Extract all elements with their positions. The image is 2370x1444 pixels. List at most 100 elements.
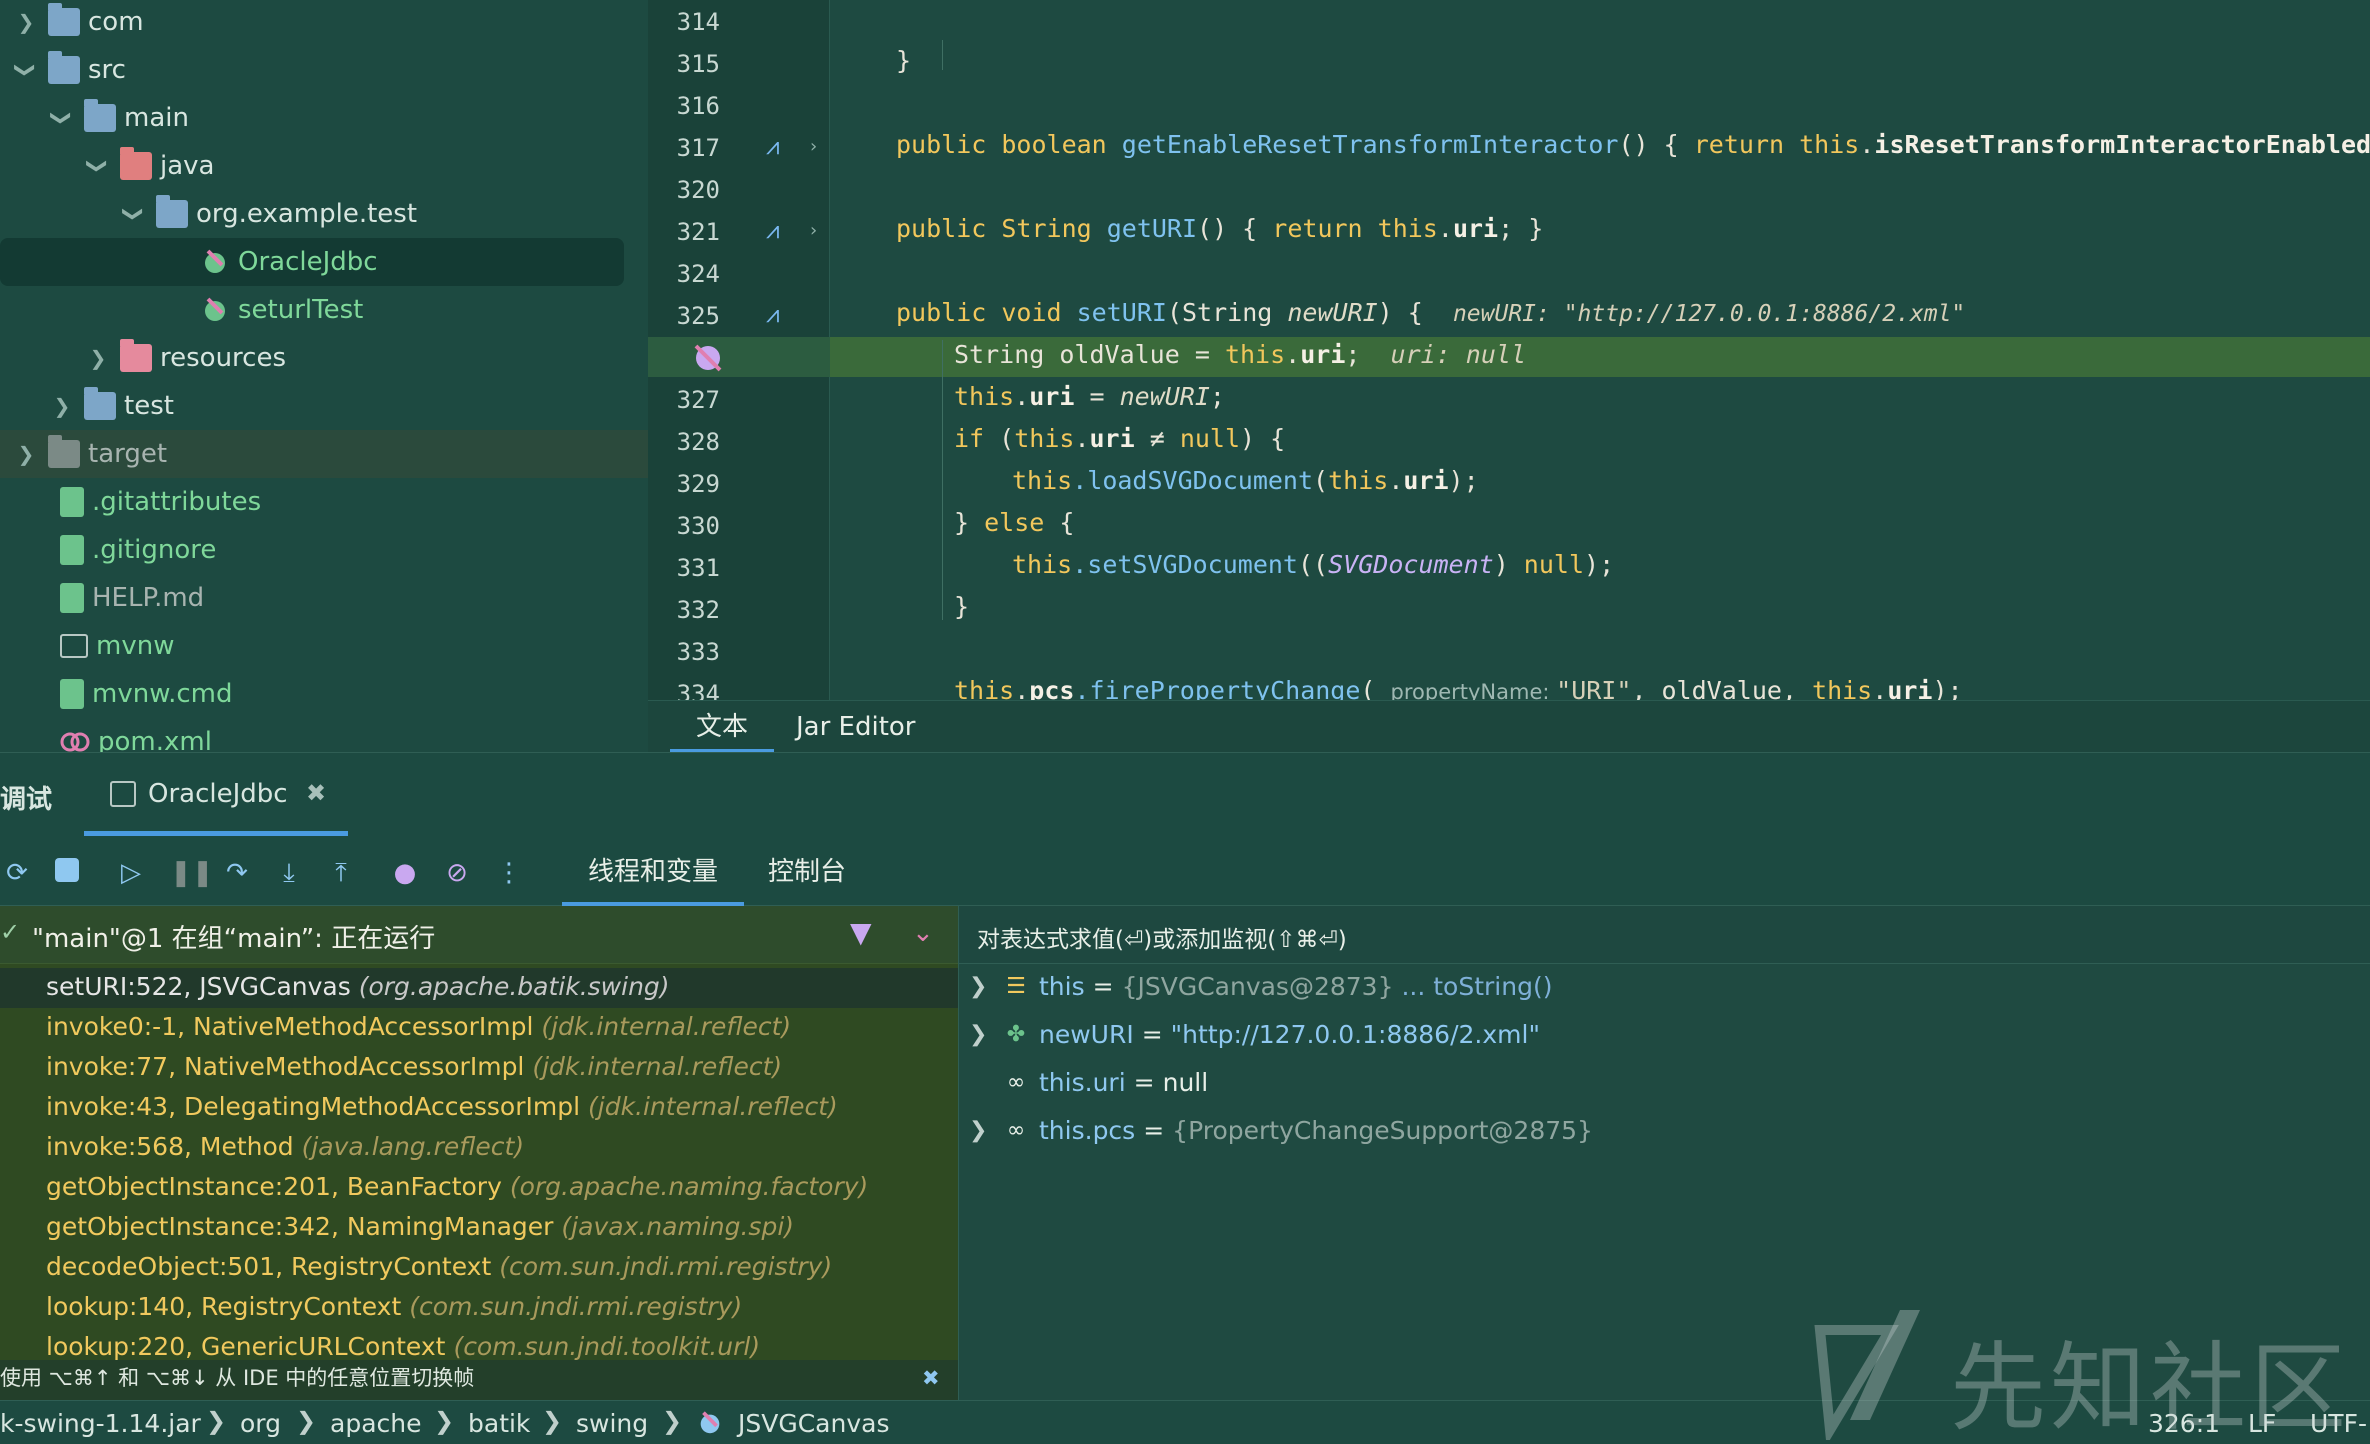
gitignore-file-icon	[60, 535, 84, 565]
indent-guide	[942, 340, 943, 620]
chevron-right-icon[interactable]: ❯	[12, 8, 40, 36]
variable-row-this-uri[interactable]: ∞ this.uri = null	[999, 1068, 1208, 1097]
close-icon[interactable]: ✖	[306, 779, 326, 807]
debug-session-tab[interactable]: OracleJdbc	[148, 779, 288, 809]
breadcrumb-item[interactable]: apache	[330, 1409, 421, 1438]
stack-frame[interactable]: invoke0:-1, NativeMethodAccessorImpl (jd…	[46, 1012, 791, 1041]
breadcrumb-item[interactable]: org	[240, 1409, 281, 1438]
run-config-icon	[110, 781, 136, 807]
override-marker-icon[interactable]: ⩘	[766, 216, 780, 244]
stack-frame[interactable]: invoke:43, DelegatingMethodAccessorImpl …	[46, 1092, 838, 1121]
resume-icon[interactable]: ▷	[116, 858, 146, 888]
variable-row-this[interactable]: ❯ ☰ this = {JSVGCanvas@2873} ... toString(…	[969, 972, 1552, 1001]
java-class-icon	[696, 1409, 726, 1439]
tree-item-mvnw[interactable]: mvnw	[0, 622, 648, 670]
mute-breakpoints-icon[interactable]: ⊘	[442, 858, 472, 888]
chevron-right-icon[interactable]: ❯	[48, 392, 76, 420]
step-out-icon[interactable]: ⤒	[326, 858, 356, 888]
watermark-text: 先知社区	[1950, 1332, 2350, 1444]
evaluate-expression-field[interactable]: 对表达式求值(⏎)或添加监视(⇧⌘⏎)	[959, 906, 2370, 964]
tree-item-target[interactable]: ❯ target	[0, 430, 648, 478]
debug-toolbar: ⟳ ▷ ❚❚ ↷ ⤓ ⤒ ● ⊘ ⋮ 线程和变量 控制台	[0, 836, 2370, 906]
chevron-right-icon: ❯	[434, 1407, 455, 1435]
editor-view-tabs: 文本 Jar Editor	[648, 700, 2370, 753]
tree-item-gitignore[interactable]: .gitignore	[0, 526, 648, 574]
tree-item-java[interactable]: ❯ java	[0, 142, 648, 190]
chevron-right-icon[interactable]: ❯	[969, 974, 999, 999]
thread-selector[interactable]: ✓ "main"@1 在组“main”: 正在运行 ▼ ⌄	[0, 906, 958, 964]
stack-frame[interactable]: getObjectInstance:342, NamingManager (ja…	[46, 1212, 794, 1241]
breadcrumb-item[interactable]: JSVGCanvas	[738, 1409, 889, 1438]
chevron-down-icon[interactable]: ❯	[48, 104, 76, 132]
tree-item-main[interactable]: ❯ main	[0, 94, 648, 142]
tree-item-pom-xml[interactable]: pom.xml	[0, 718, 648, 752]
tree-item-help-md[interactable]: HELP.md	[0, 574, 648, 622]
java-class-icon	[200, 295, 230, 325]
chevron-down-icon[interactable]: ❯	[120, 200, 148, 228]
stack-frame[interactable]: invoke:77, NativeMethodAccessorImpl (jdk…	[46, 1052, 782, 1081]
current-line-gutter	[648, 337, 830, 377]
line-number: 317	[676, 134, 720, 162]
breadcrumb-item[interactable]: k-swing-1.14.jar	[0, 1409, 201, 1438]
tab-text[interactable]: 文本	[670, 707, 775, 753]
chevron-down-icon[interactable]: ❯	[12, 56, 40, 84]
code-line: this.pcs.firePropertyChange( propertyNam…	[954, 676, 1963, 700]
line-number: 333	[676, 638, 720, 666]
line-number: 334	[676, 680, 720, 700]
override-marker-icon[interactable]: ⩘	[766, 132, 780, 160]
evaluate-placeholder: 对表达式求值(⏎)或添加监视(⇧⌘⏎)	[977, 927, 1347, 953]
stop-icon[interactable]	[52, 858, 82, 888]
chevron-right-icon[interactable]: ❯	[12, 440, 40, 468]
line-number: 331	[676, 554, 720, 582]
line-number: 327	[676, 386, 720, 414]
tree-item-mvnw-cmd[interactable]: mvnw.cmd	[0, 670, 648, 718]
tab-console[interactable]: 控制台	[742, 850, 872, 906]
chevron-right-icon[interactable]: ›	[810, 136, 817, 157]
pause-icon[interactable]: ❚❚	[170, 858, 214, 888]
view-breakpoints-icon[interactable]: ●	[390, 858, 420, 888]
markdown-file-icon	[60, 583, 84, 613]
more-options-icon[interactable]: ⋮	[494, 858, 524, 888]
override-marker-icon[interactable]: ⩘	[766, 300, 780, 328]
stack-frame[interactable]: setURI:522, JSVGCanvas (org.apache.batik…	[46, 972, 670, 1001]
watermark-logo-icon	[1814, 1310, 1920, 1440]
tab-threads-variables[interactable]: 线程和变量	[562, 850, 745, 906]
chevron-down-icon[interactable]: ❯	[84, 152, 112, 180]
breadcrumb-item[interactable]: swing	[576, 1409, 648, 1438]
tree-item-oraclejdbc[interactable]: OracleJdbc	[0, 238, 624, 286]
chevron-right-icon[interactable]: ❯	[969, 1118, 999, 1143]
frames-panel: ✓ "main"@1 在组“main”: 正在运行 ▼ ⌄ setURI:522…	[0, 906, 958, 1400]
chevron-right-icon[interactable]: ❯	[84, 344, 112, 372]
tree-item-src[interactable]: ❯ src	[0, 46, 648, 94]
step-over-icon[interactable]: ↷	[222, 858, 252, 888]
chevron-right-icon: ❯	[206, 1407, 227, 1435]
parameter-icon: ✤	[1006, 1022, 1026, 1047]
tree-item-package[interactable]: ❯ org.example.test	[0, 190, 648, 238]
execution-point-icon[interactable]	[690, 340, 726, 374]
stack-frame[interactable]: invoke:568, Method (java.lang.reflect)	[46, 1132, 524, 1161]
tree-item-resources[interactable]: ❯ resources	[0, 334, 648, 382]
tree-item-test[interactable]: ❯ test	[0, 382, 648, 430]
tree-item-seturltest[interactable]: seturlTest	[0, 286, 648, 334]
filter-icon[interactable]: ▼	[850, 916, 872, 949]
tree-item-com[interactable]: ❯ com	[0, 0, 648, 46]
to-string-link[interactable]: ... toString()	[1401, 972, 1552, 1001]
tree-item-gitattributes[interactable]: .gitattributes	[0, 478, 648, 526]
code-editor[interactable]: 314 315 316 317 320 321 324 325 327 328 …	[648, 0, 2370, 700]
stack-frame[interactable]: lookup:220, GenericURLContext (com.sun.j…	[46, 1332, 760, 1361]
chevron-down-icon[interactable]: ⌄	[912, 918, 934, 948]
chevron-right-icon[interactable]: ❯	[969, 1022, 999, 1047]
tab-jar-editor[interactable]: Jar Editor	[770, 707, 942, 753]
breadcrumb-item[interactable]: batik	[468, 1409, 530, 1438]
rerun-icon[interactable]: ⟳	[2, 858, 32, 888]
stack-frame[interactable]: lookup:140, RegistryContext (com.sun.jnd…	[46, 1292, 742, 1321]
variable-row-this-pcs[interactable]: ❯ ∞ this.pcs = {PropertyChangeSupport@2875…	[969, 1116, 1593, 1145]
chevron-right-icon[interactable]: ›	[810, 220, 817, 241]
variable-row-newuri[interactable]: ❯ ✤ newURI = "http://127.0.0.1:8886/2.xml"	[969, 1020, 1540, 1049]
stack-frame[interactable]: getObjectInstance:201, BeanFactory (org.…	[46, 1172, 868, 1201]
close-icon[interactable]: ✖	[922, 1360, 940, 1396]
source-folder-icon	[120, 147, 152, 180]
line-number: 320	[676, 176, 720, 204]
step-into-icon[interactable]: ⤓	[274, 858, 304, 888]
stack-frame[interactable]: decodeObject:501, RegistryContext (com.s…	[46, 1252, 832, 1281]
